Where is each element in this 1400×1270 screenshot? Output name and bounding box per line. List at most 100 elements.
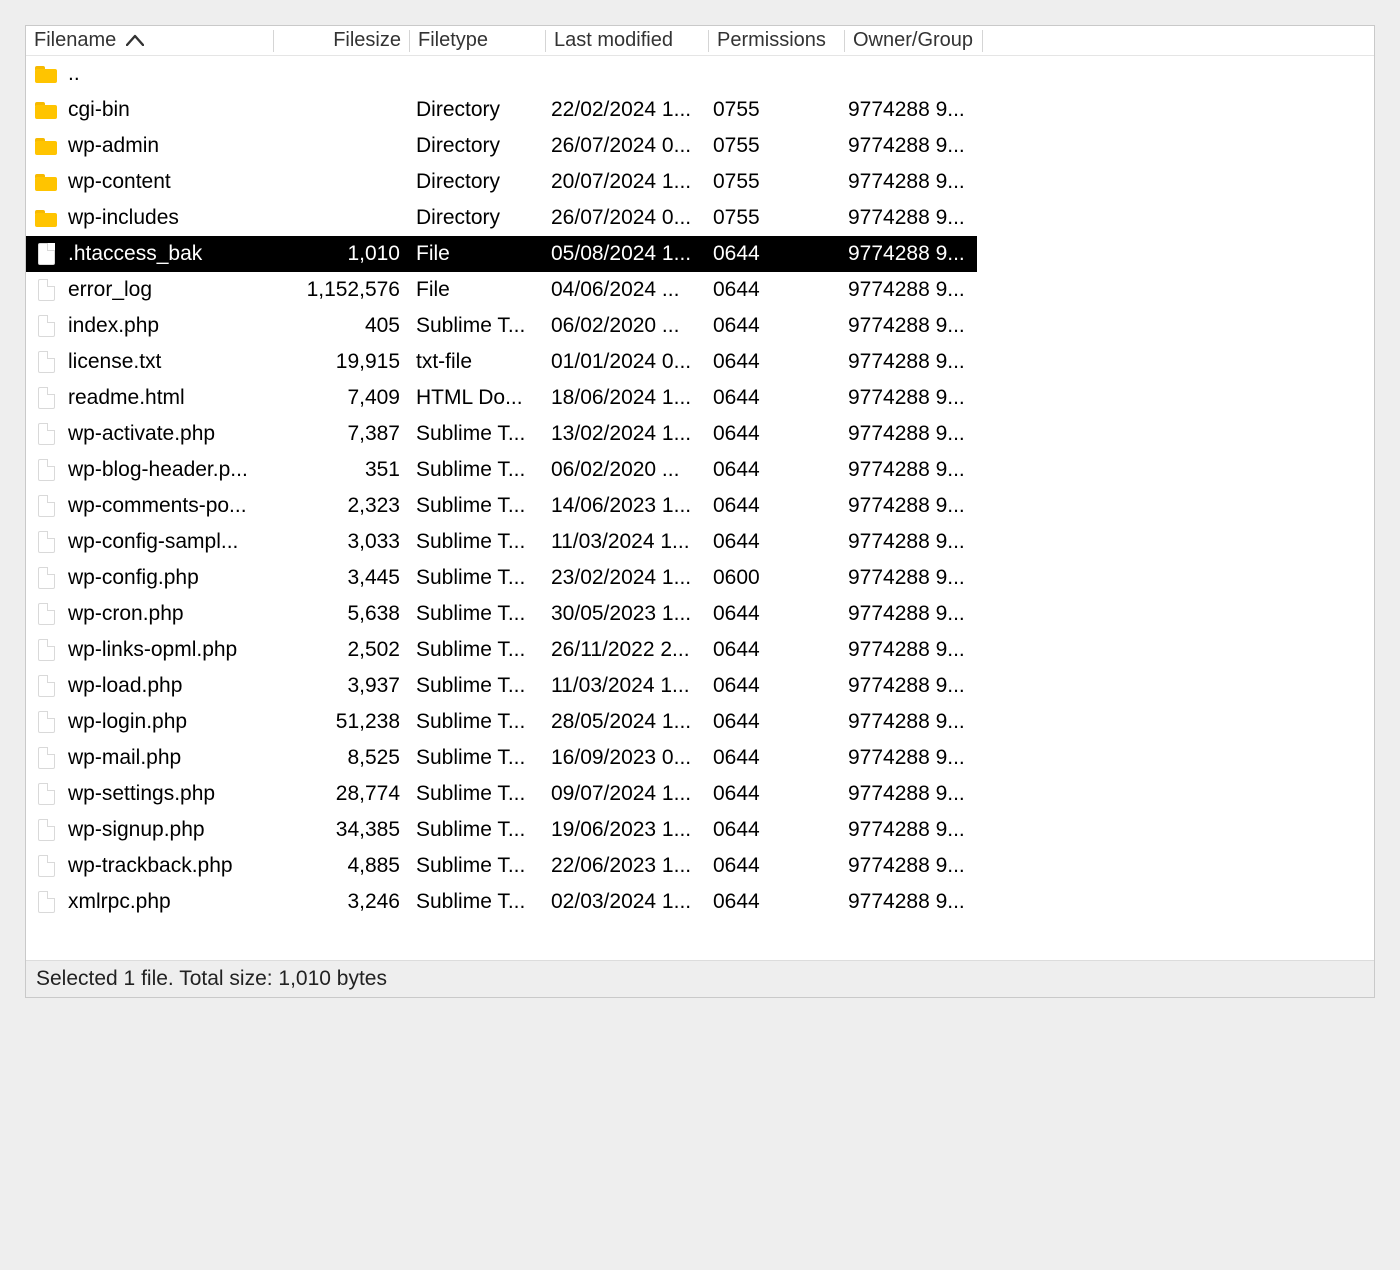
- file-icon: [38, 891, 55, 913]
- cell-filesize: 7,409: [273, 380, 408, 416]
- cell-filetype: Sublime T...: [408, 452, 543, 488]
- file-row[interactable]: .htaccess_bak1,010File05/08/2024 1...064…: [26, 236, 977, 272]
- parent-dir-row[interactable]: ..: [26, 56, 977, 92]
- cell-filetype: [408, 56, 543, 92]
- file-row[interactable]: wp-config.php3,445Sublime T...23/02/2024…: [26, 560, 977, 596]
- file-row[interactable]: wp-config-sampl...3,033Sublime T...11/03…: [26, 524, 977, 560]
- cell-modified: 13/02/2024 1...: [543, 416, 705, 452]
- column-header-label: Filetype: [418, 29, 488, 52]
- cell-filetype: Sublime T...: [408, 632, 543, 668]
- file-row[interactable]: wp-load.php3,937Sublime T...11/03/2024 1…: [26, 668, 977, 704]
- file-row[interactable]: xmlrpc.php3,246Sublime T...02/03/2024 1.…: [26, 884, 977, 920]
- column-header-modified[interactable]: Last modified: [546, 26, 708, 55]
- cell-filesize: [273, 92, 408, 128]
- cell-filename: wp-links-opml.php: [60, 632, 273, 668]
- column-separator[interactable]: [982, 30, 983, 52]
- cell-filename: wp-login.php: [60, 704, 273, 740]
- file-row[interactable]: error_log1,152,576File04/06/2024 ...0644…: [26, 272, 977, 308]
- file-row[interactable]: wp-cron.php5,638Sublime T...30/05/2023 1…: [26, 596, 977, 632]
- folder-row[interactable]: wp-contentDirectory20/07/2024 1...075597…: [26, 164, 977, 200]
- cell-filetype: Sublime T...: [408, 740, 543, 776]
- cell-modified: 02/03/2024 1...: [543, 884, 705, 920]
- cell-filetype: Sublime T...: [408, 308, 543, 344]
- cell-filesize: [273, 164, 408, 200]
- cell-permissions: 0644: [705, 776, 840, 812]
- file-icon: [38, 639, 55, 661]
- file-row[interactable]: readme.html7,409HTML Do...18/06/2024 1..…: [26, 380, 977, 416]
- file-icon: [38, 315, 55, 337]
- file-row[interactable]: wp-links-opml.php2,502Sublime T...26/11/…: [26, 632, 977, 668]
- folder-row[interactable]: wp-adminDirectory26/07/2024 0...07559774…: [26, 128, 977, 164]
- sort-ascending-icon: [126, 29, 144, 52]
- cell-permissions: 0644: [705, 524, 840, 560]
- cell-owner: 9774288 9...: [840, 776, 977, 812]
- cell-filesize: 5,638: [273, 596, 408, 632]
- status-text: Selected 1 file. Total size: 1,010 bytes: [36, 967, 387, 990]
- cell-permissions: 0644: [705, 344, 840, 380]
- cell-modified: 20/07/2024 1...: [543, 164, 705, 200]
- cell-permissions: 0644: [705, 272, 840, 308]
- column-header-label: Filename: [34, 29, 116, 52]
- column-header-filesize[interactable]: Filesize: [274, 26, 409, 55]
- folder-row[interactable]: wp-includesDirectory26/07/2024 0...07559…: [26, 200, 977, 236]
- cell-owner: 9774288 9...: [840, 884, 977, 920]
- cell-filename: wp-settings.php: [60, 776, 273, 812]
- file-row[interactable]: wp-comments-po...2,323Sublime T...14/06/…: [26, 488, 977, 524]
- cell-permissions: 0644: [705, 416, 840, 452]
- file-row[interactable]: wp-mail.php8,525Sublime T...16/09/2023 0…: [26, 740, 977, 776]
- cell-permissions: 0644: [705, 632, 840, 668]
- cell-filetype: Directory: [408, 92, 543, 128]
- folder-icon: [35, 66, 57, 83]
- cell-owner: 9774288 9...: [840, 236, 977, 272]
- cell-owner: 9774288 9...: [840, 704, 977, 740]
- cell-filename: wp-trackback.php: [60, 848, 273, 884]
- file-icon: [38, 747, 55, 769]
- cell-filesize: 3,445: [273, 560, 408, 596]
- cell-filesize: 1,010: [273, 236, 408, 272]
- file-row[interactable]: wp-trackback.php4,885Sublime T...22/06/2…: [26, 848, 977, 884]
- cell-filesize: 19,915: [273, 344, 408, 380]
- file-icon: [38, 711, 55, 733]
- cell-filetype: Sublime T...: [408, 596, 543, 632]
- cell-owner: 9774288 9...: [840, 668, 977, 704]
- file-row[interactable]: wp-settings.php28,774Sublime T...09/07/2…: [26, 776, 977, 812]
- column-header-label: Permissions: [717, 29, 826, 52]
- folder-row[interactable]: cgi-binDirectory22/02/2024 1...075597742…: [26, 92, 977, 128]
- file-row[interactable]: wp-login.php51,238Sublime T...28/05/2024…: [26, 704, 977, 740]
- folder-icon: [35, 102, 57, 119]
- file-icon: [38, 783, 55, 805]
- cell-filename: .htaccess_bak: [60, 236, 273, 272]
- cell-modified: 26/07/2024 0...: [543, 200, 705, 236]
- cell-owner: 9774288 9...: [840, 740, 977, 776]
- cell-modified: 23/02/2024 1...: [543, 560, 705, 596]
- file-icon: [38, 495, 55, 517]
- cell-permissions: 0644: [705, 596, 840, 632]
- cell-modified: 19/06/2023 1...: [543, 812, 705, 848]
- cell-filetype: Sublime T...: [408, 416, 543, 452]
- cell-owner: 9774288 9...: [840, 416, 977, 452]
- file-row[interactable]: wp-blog-header.p...351Sublime T...06/02/…: [26, 452, 977, 488]
- cell-filename: wp-content: [60, 164, 273, 200]
- file-row[interactable]: license.txt19,915txt-file01/01/2024 0...…: [26, 344, 977, 380]
- file-row[interactable]: wp-signup.php34,385Sublime T...19/06/202…: [26, 812, 977, 848]
- cell-filetype: Sublime T...: [408, 524, 543, 560]
- file-row[interactable]: wp-activate.php7,387Sublime T...13/02/20…: [26, 416, 977, 452]
- cell-permissions: 0644: [705, 308, 840, 344]
- column-header-permissions[interactable]: Permissions: [709, 26, 844, 55]
- column-header-filename[interactable]: Filename: [26, 26, 273, 55]
- cell-modified: [543, 56, 705, 92]
- cell-filesize: 3,033: [273, 524, 408, 560]
- cell-filetype: File: [408, 236, 543, 272]
- column-header-filetype[interactable]: Filetype: [410, 26, 545, 55]
- cell-modified: 01/01/2024 0...: [543, 344, 705, 380]
- cell-filetype: Sublime T...: [408, 812, 543, 848]
- file-row[interactable]: index.php405Sublime T...06/02/2020 ...06…: [26, 308, 977, 344]
- cell-filesize: 7,387: [273, 416, 408, 452]
- cell-owner: 9774288 9...: [840, 272, 977, 308]
- cell-permissions: 0644: [705, 812, 840, 848]
- cell-permissions: 0755: [705, 200, 840, 236]
- file-icon: [38, 423, 55, 445]
- column-header-owner[interactable]: Owner/Group: [845, 26, 982, 55]
- cell-permissions: 0644: [705, 236, 840, 272]
- cell-filesize: 34,385: [273, 812, 408, 848]
